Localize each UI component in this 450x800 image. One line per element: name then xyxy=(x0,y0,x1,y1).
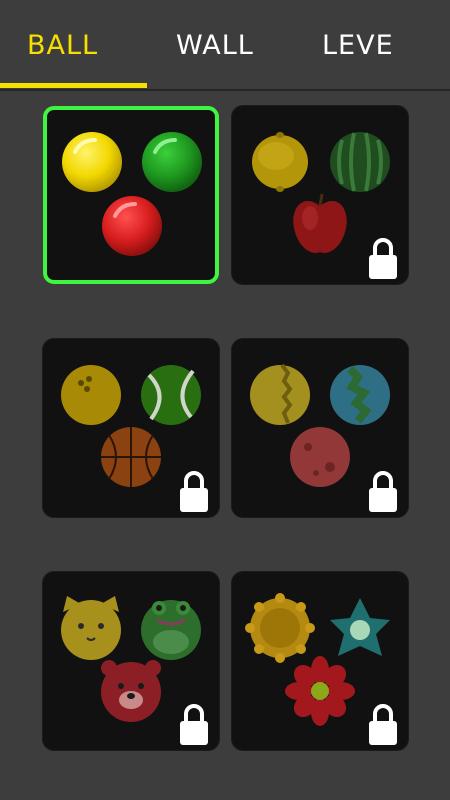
lock-icon xyxy=(180,704,208,745)
skin-card-flower[interactable] xyxy=(232,572,408,750)
tab-bar: BALL WALL LEVE xyxy=(0,0,450,92)
lock-icon xyxy=(369,704,397,745)
skin-card-sport[interactable] xyxy=(43,339,219,517)
earth-ball xyxy=(330,365,390,425)
lock-icon xyxy=(369,238,397,279)
apple-ball xyxy=(293,193,347,253)
bear-ball xyxy=(101,660,161,722)
skin-card-planet[interactable] xyxy=(232,339,408,517)
teal-flower-ball xyxy=(330,598,390,656)
tab-wall[interactable]: WALL xyxy=(176,28,254,64)
tab-ball[interactable]: BALL xyxy=(27,28,98,64)
active-tab-indicator xyxy=(0,83,147,88)
cat-ball xyxy=(61,596,121,660)
lock-icon xyxy=(369,471,397,512)
skin-card-fruit[interactable] xyxy=(232,106,408,284)
bowling-ball xyxy=(61,365,121,425)
green-ball xyxy=(142,132,202,192)
lock-icon xyxy=(180,471,208,512)
skin-card-classic[interactable] xyxy=(43,106,219,284)
venus-ball xyxy=(250,363,310,425)
lemon-ball xyxy=(252,132,308,192)
watermelon-ball xyxy=(330,132,390,192)
basketball xyxy=(101,427,161,487)
frog-ball xyxy=(141,600,201,660)
yellow-ball xyxy=(62,132,122,192)
tab-level[interactable]: LEVE xyxy=(322,28,394,64)
tennis-ball xyxy=(141,365,201,425)
tab-divider xyxy=(0,89,450,91)
red-ball xyxy=(102,196,162,256)
classic-balls-art xyxy=(62,132,202,256)
mars-ball xyxy=(290,427,350,487)
sunflower-ball xyxy=(245,593,315,663)
red-flower-ball xyxy=(285,656,355,726)
skin-card-animal[interactable] xyxy=(43,572,219,750)
